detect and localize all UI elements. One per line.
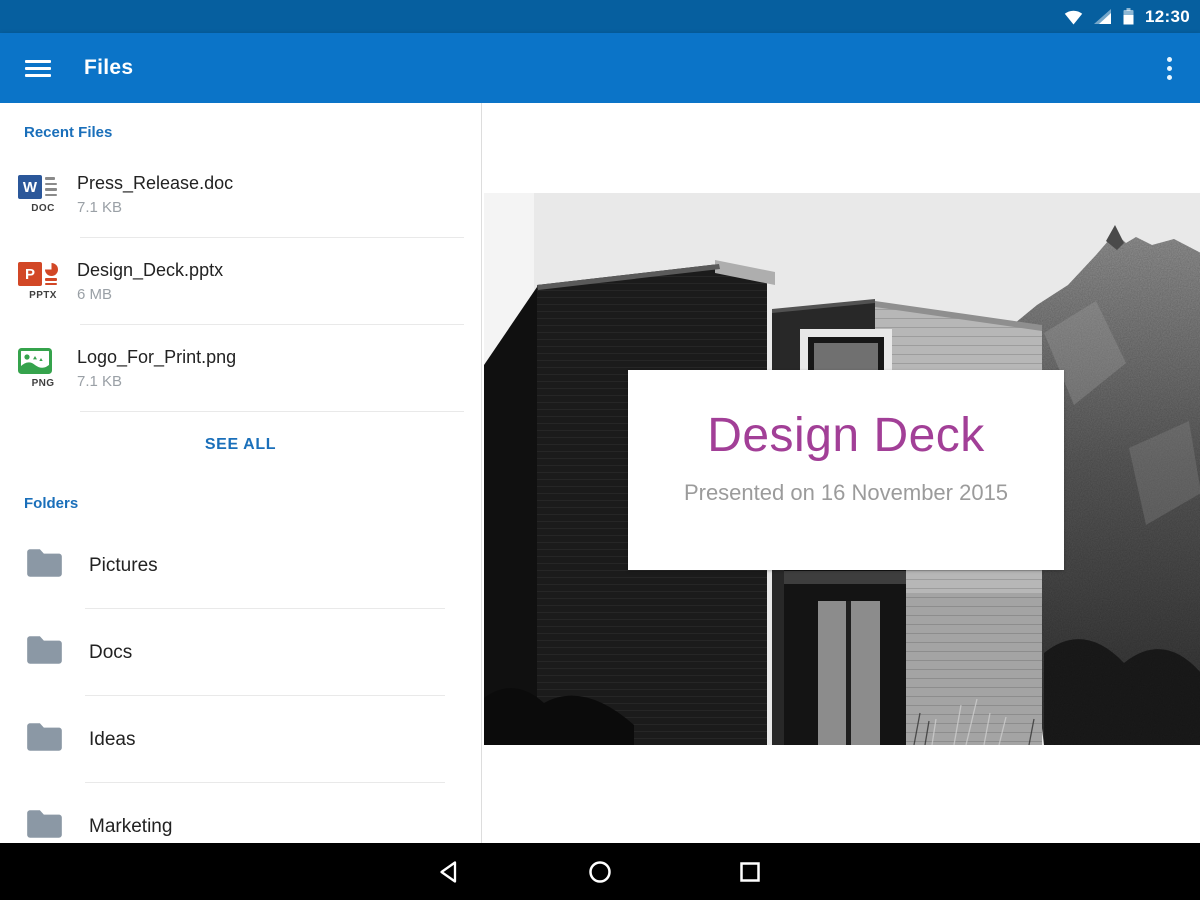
folder-name: Ideas bbox=[89, 729, 135, 751]
slide-subtitle: Presented on 16 November 2015 bbox=[684, 480, 1008, 506]
folder-name: Marketing bbox=[89, 816, 172, 838]
status-time: 12:30 bbox=[1145, 7, 1190, 27]
folders-header: Folders bbox=[0, 477, 481, 522]
folder-icon bbox=[24, 634, 65, 672]
folder-name: Pictures bbox=[89, 555, 158, 577]
app-title: Files bbox=[84, 56, 133, 80]
file-size: 7.1 KB bbox=[77, 373, 236, 390]
slide-preview-card[interactable]: Design Deck Presented on 16 November 201… bbox=[628, 370, 1064, 570]
folder-icon bbox=[24, 547, 65, 585]
status-bar: 12:30 bbox=[0, 0, 1200, 33]
preview-panel: Design Deck Presented on 16 November 201… bbox=[482, 103, 1200, 843]
recent-files-header: Recent Files bbox=[0, 103, 481, 151]
file-name: Design_Deck.pptx bbox=[77, 260, 223, 281]
overflow-menu-icon[interactable] bbox=[1160, 47, 1178, 89]
folders-section: Folders Pictures Docs Ideas bbox=[0, 477, 481, 843]
back-icon[interactable] bbox=[437, 859, 463, 885]
content-area: Recent Files W DOC Press_Release.doc 7.1… bbox=[0, 103, 1200, 843]
file-type-label: PNG bbox=[18, 378, 68, 389]
android-nav-bar bbox=[0, 843, 1200, 900]
file-type-label: DOC bbox=[18, 203, 68, 214]
slide-title: Design Deck bbox=[707, 408, 985, 463]
file-type-label: PPTX bbox=[18, 290, 68, 301]
recent-files-section: Recent Files W DOC Press_Release.doc 7.1… bbox=[0, 103, 481, 477]
powerpoint-icon: P bbox=[18, 262, 58, 286]
file-row-logo-for-print[interactable]: PNG Logo_For_Print.png 7.1 KB bbox=[0, 325, 481, 412]
word-doc-icon: W bbox=[18, 175, 57, 199]
signal-icon bbox=[1094, 9, 1112, 24]
folder-row-marketing[interactable]: Marketing bbox=[0, 783, 481, 843]
recents-icon[interactable] bbox=[737, 859, 763, 885]
divider bbox=[80, 411, 464, 412]
folder-row-docs[interactable]: Docs bbox=[0, 609, 481, 696]
file-list-panel: Recent Files W DOC Press_Release.doc 7.1… bbox=[0, 103, 482, 843]
folder-name: Docs bbox=[89, 642, 132, 664]
home-icon[interactable] bbox=[587, 859, 613, 885]
file-name: Logo_For_Print.png bbox=[77, 347, 236, 368]
image-png-icon bbox=[18, 348, 52, 374]
file-size: 7.1 KB bbox=[77, 199, 233, 216]
folder-row-pictures[interactable]: Pictures bbox=[0, 522, 481, 609]
battery-icon bbox=[1123, 8, 1134, 25]
folder-icon bbox=[24, 721, 65, 759]
file-row-press-release[interactable]: W DOC Press_Release.doc 7.1 KB bbox=[0, 151, 481, 238]
folder-row-ideas[interactable]: Ideas bbox=[0, 696, 481, 783]
file-row-design-deck[interactable]: P PPTX Design_Deck.pptx 6 MB bbox=[0, 238, 481, 325]
file-name: Press_Release.doc bbox=[77, 173, 233, 194]
wifi-icon bbox=[1064, 9, 1083, 25]
app-bar: Files bbox=[0, 33, 1200, 103]
file-size: 6 MB bbox=[77, 286, 223, 303]
slide-preview-photo[interactable]: Design Deck Presented on 16 November 201… bbox=[484, 193, 1200, 745]
hamburger-icon[interactable] bbox=[25, 56, 51, 81]
see-all-button[interactable]: SEE ALL bbox=[0, 412, 481, 477]
folder-icon bbox=[24, 808, 65, 844]
